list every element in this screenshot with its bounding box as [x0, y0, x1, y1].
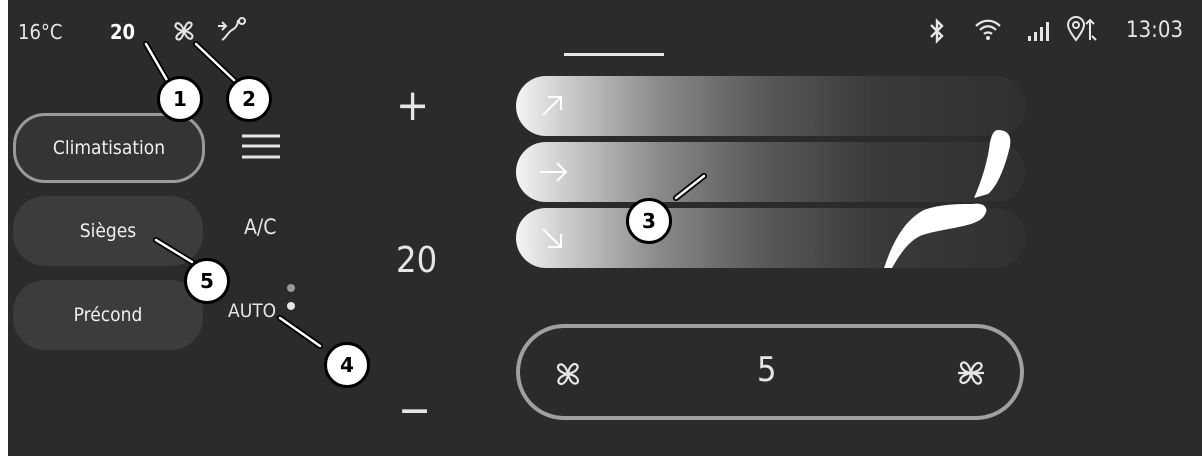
callout-marker: 1: [157, 76, 203, 122]
callout-marker: 5: [184, 258, 230, 304]
callout-marker: 2: [226, 76, 272, 122]
callout-leaders: [143, 41, 707, 349]
callout-marker: 3: [626, 198, 672, 244]
climate-screen: 16°C 20 13:03 Climatisation Sièges Préco…: [8, 0, 1202, 456]
callout-marker: 4: [324, 342, 370, 388]
